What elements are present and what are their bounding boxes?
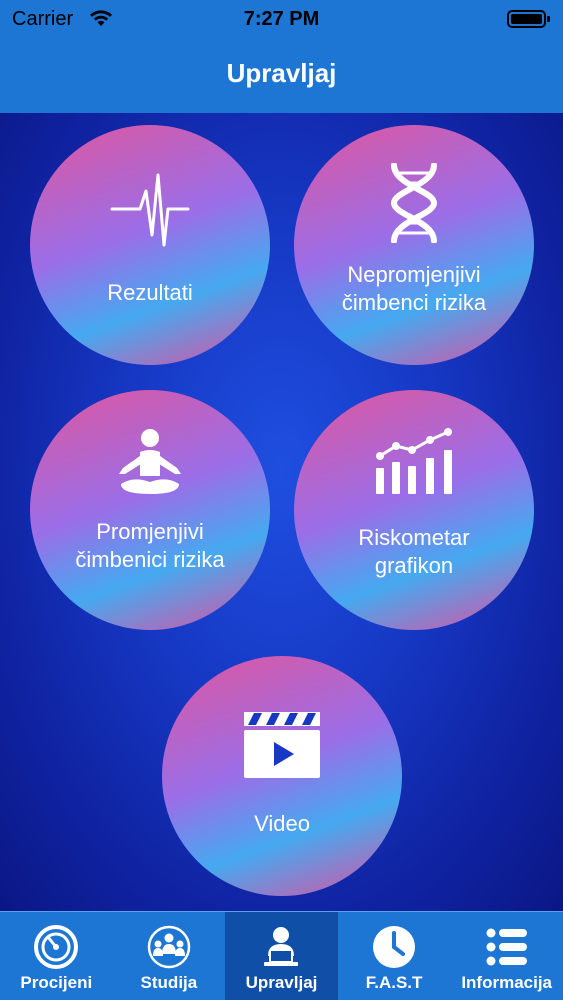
list-icon [450,924,563,970]
tab-bar: Procijeni Studija Upravljaj F.A.S.T Info… [0,911,563,1000]
battery-icon [507,9,551,35]
heartbeat-icon [32,169,268,249]
tile-label-promjenjivi: Promjenjivi čimbenici rizika [75,519,225,572]
bar-chart-icon [296,428,532,496]
tab-label-fast: F.A.S.T [365,973,423,992]
tile-promjenjivi-cimbenici-rizika[interactable]: Promjenjivi čimbenici rizika [30,390,270,630]
tile-rezultati[interactable]: Rezultati [30,125,270,365]
people-icon [113,924,226,970]
status-time: 7:27 PM [243,8,320,30]
tab-informacija[interactable]: Informacija [450,912,563,1000]
tab-fast[interactable]: F.A.S.T [338,912,451,1000]
tile-nepromjenjivi-cimbenci-rizika[interactable]: Nepromjenjivi čimbenci rizika [294,125,534,365]
clock-icon [338,924,451,970]
tile-video[interactable]: Video [162,656,402,896]
clapperboard-icon [164,710,400,780]
tab-upravljaj[interactable]: Upravljaj [225,912,338,1000]
tab-label-procijeni: Procijeni [20,973,93,992]
tile-label-rezultati: Rezultati [107,280,193,305]
tile-label-riskometar: Riskometar grafikon [358,525,470,578]
main-content: Rezultati Nepromjenjivi čimbenci rizika [0,113,563,911]
tab-label-upravljaj: Upravljaj [245,973,318,992]
status-bar: Carrier 7:27 PM [0,0,563,40]
tab-studija[interactable]: Studija [113,912,226,1000]
navigation-bar: Upravljaj [0,40,563,114]
tab-label-studija: Studija [140,973,198,992]
tab-procijeni[interactable]: Procijeni [0,912,113,1000]
dna-icon [296,163,532,243]
tab-label-informacija: Informacija [461,973,553,992]
tile-riskometar-grafikon[interactable]: Riskometar grafikon [294,390,534,630]
meditation-icon [32,428,268,500]
screen: Carrier 7:27 PM Upravljaj Rezultati Nepr… [0,0,563,1000]
gauge-icon [0,924,113,970]
page-title: Upravljaj [226,58,337,88]
tile-label-video: Video [254,811,310,836]
user-laptop-icon [225,924,338,970]
tile-label-nepromjenjivi: Nepromjenjivi čimbenci rizika [341,262,487,315]
